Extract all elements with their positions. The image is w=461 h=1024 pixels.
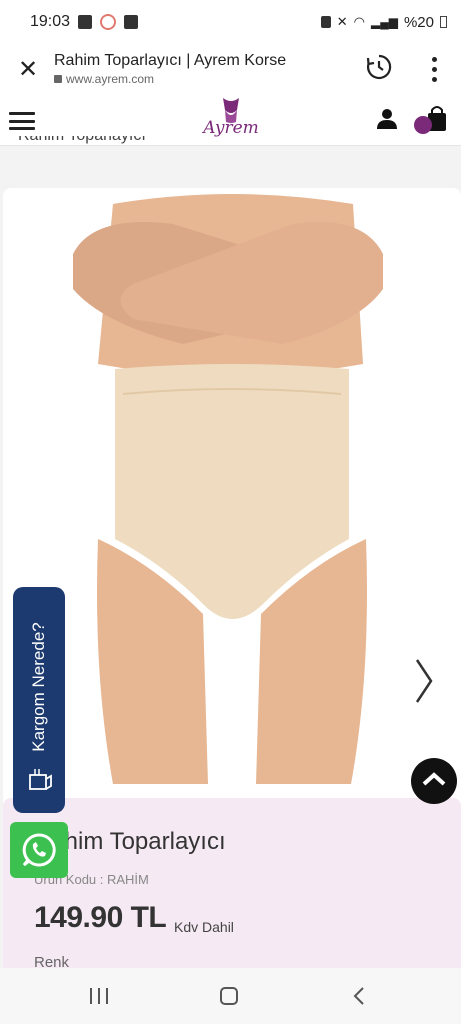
status-time: 19:03 [30,13,71,30]
mute-icon: ✕ [336,14,348,29]
cargo-tracking-tab[interactable]: Kargom Nerede? [13,587,65,813]
lock-icon [54,75,62,83]
chevron-up-icon [422,772,446,786]
hamburger-menu-icon[interactable] [9,112,35,130]
page-title: Rahim Toparlayıcı | Ayrem Korse [54,52,287,69]
chevron-right-icon[interactable] [411,656,435,706]
user-icon[interactable] [376,108,398,130]
app-notification-icon [78,15,93,29]
cargo-tracking-label: Kargom Nerede? [29,622,48,752]
url-block[interactable]: Rahim Toparlayıcı | Ayrem Korse www.ayre… [54,52,286,86]
url-display: www.ayrem.com [54,72,286,86]
product-info: Rahim Toparlayıcı Ürün Kodu : RAHİM 149.… [3,798,461,971]
shopping-bag-icon[interactable] [414,104,450,134]
product-image[interactable] [3,194,461,784]
browser-toolbar: ✕ Rahim Toparlayıcı | Ayrem Korse www.ay… [0,44,461,94]
url-text: www.ayrem.com [66,72,155,86]
tax-note: Kdv Dahil [174,919,234,935]
whatsapp-icon [22,833,56,867]
more-vert-icon[interactable] [426,54,442,84]
close-icon[interactable]: ✕ [14,55,42,83]
wifi-icon: ◠ [353,14,365,29]
notification-icon [100,14,117,30]
cart-count-badge [414,116,432,134]
whatsapp-button[interactable] [10,822,68,878]
back-icon[interactable] [352,986,366,1006]
image-notification-icon [124,15,139,29]
alarm-icon [320,16,331,28]
breadcrumb: Rahim Toparlayıcı [18,136,146,146]
home-icon[interactable] [220,987,238,1005]
breadcrumb-label: Rahim Toparlayıcı [18,136,146,144]
product-price: 149.90 TL [34,901,167,934]
status-bar: 19:03 ✕ ◠ ▂▄▆ %20 [0,0,461,44]
recent-apps-icon[interactable] [90,988,108,1004]
system-nav-bar [0,968,461,1024]
history-icon[interactable] [364,52,394,82]
battery-icon [440,16,447,28]
site-logo[interactable]: Ayrem [203,96,259,142]
signal-icon: ▂▄▆ [371,15,398,29]
scroll-to-top-button[interactable] [411,758,457,804]
logo-text: Ayrem [203,118,259,138]
battery-level: %20 [403,13,434,31]
package-icon [29,769,52,790]
